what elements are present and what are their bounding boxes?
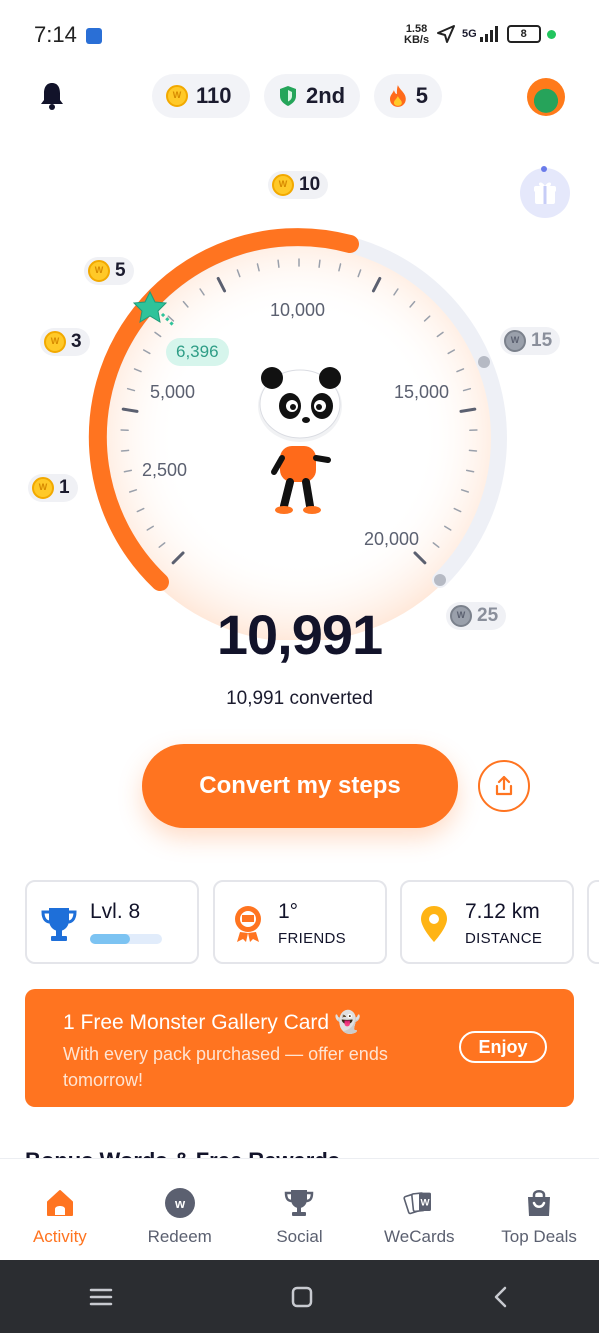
gift-icon xyxy=(534,182,556,204)
svg-text:w: w xyxy=(174,1196,186,1211)
gauge-tick xyxy=(468,449,478,452)
scale-label: 2,500 xyxy=(142,460,188,480)
home-button-icon[interactable] xyxy=(290,1285,314,1309)
w-coin-grey-icon xyxy=(504,330,526,352)
gift-button[interactable] xyxy=(520,168,570,218)
level-progress-track xyxy=(90,934,162,944)
svg-text:W: W xyxy=(421,1197,431,1208)
scale-label: 20,000 xyxy=(364,529,420,549)
enjoy-button[interactable]: Enjoy xyxy=(459,1031,547,1063)
reward-marker: 3 xyxy=(40,328,90,356)
next-card-partial[interactable] xyxy=(587,880,599,964)
scale-label: 10,000 xyxy=(270,300,326,320)
progress-value-badge: 6,396 xyxy=(166,338,229,366)
level-card[interactable]: Lvl. 8 xyxy=(25,880,199,964)
w-coin-icon xyxy=(44,331,66,353)
gauge-tick xyxy=(120,449,130,452)
gauge-tick xyxy=(277,259,280,268)
distance-card[interactable]: 7.12 km DISTANCE xyxy=(400,880,574,964)
nav-activity[interactable]: Activity xyxy=(0,1159,120,1261)
shopping-bag-icon xyxy=(528,1190,551,1216)
friends-rank: 1° xyxy=(278,900,299,923)
friends-card[interactable]: 1° FRIENDS xyxy=(213,880,387,964)
back-icon[interactable] xyxy=(491,1285,511,1309)
scale-label: 15,000 xyxy=(394,382,450,402)
friends-label: FRIENDS xyxy=(278,930,346,947)
level-progress-fill xyxy=(90,934,130,944)
share-icon xyxy=(495,775,513,796)
reward-marker: 1 xyxy=(28,474,78,502)
nav-social[interactable]: Social xyxy=(240,1159,360,1261)
distance-value: 7.12 km xyxy=(465,900,540,923)
level-title: Lvl. 8 xyxy=(90,900,141,923)
trophy-icon xyxy=(285,1190,314,1216)
next-section-title: Bonus Words & Free Rewards xyxy=(25,1148,340,1158)
bottom-nav: Activity w Redeem Social W WeCards Top D… xyxy=(0,1158,599,1261)
nav-redeem[interactable]: w Redeem xyxy=(120,1159,240,1261)
reward-marker-locked: 15 xyxy=(500,327,561,355)
gift-indicator-dot xyxy=(541,166,547,172)
cards-icon: W xyxy=(403,1192,432,1215)
trophy-icon xyxy=(41,908,77,941)
nav-wecards[interactable]: W WeCards xyxy=(359,1159,479,1261)
scale-label: 5,000 xyxy=(150,382,196,402)
banner-title: 1 Free Monster Gallery Card 👻 xyxy=(63,1011,362,1034)
banner-text: With every pack purchased — offer ends t… xyxy=(63,1044,388,1090)
system-navigation-bar xyxy=(0,1260,599,1333)
nav-top-deals[interactable]: Top Deals xyxy=(479,1159,599,1261)
gauge-end-marker xyxy=(434,574,446,586)
share-button[interactable] xyxy=(478,760,530,812)
reward-marker: 10 xyxy=(268,171,329,199)
panda-mascot-icon xyxy=(258,367,342,514)
location-pin-icon xyxy=(421,906,447,942)
reward-marker: 5 xyxy=(84,257,134,285)
w-coin-icon xyxy=(272,174,294,196)
w-coin-icon xyxy=(88,260,110,282)
distance-label: DISTANCE xyxy=(465,930,543,947)
w-coin-icon xyxy=(32,477,54,499)
promo-banner[interactable]: 1 Free Monster Gallery Card 👻 With every… xyxy=(25,989,574,1107)
converted-steps-text: 10,991 converted xyxy=(226,688,373,709)
w-coin-icon: w xyxy=(164,1188,195,1218)
step-count: 10,991 xyxy=(216,603,383,666)
recent-apps-icon[interactable] xyxy=(88,1286,114,1308)
ribbon-badge-icon xyxy=(235,906,261,942)
home-icon xyxy=(46,1190,73,1216)
gauge-tick xyxy=(318,259,321,268)
convert-steps-button[interactable]: Convert my steps xyxy=(142,744,458,828)
gauge-marker-15 xyxy=(478,356,490,368)
